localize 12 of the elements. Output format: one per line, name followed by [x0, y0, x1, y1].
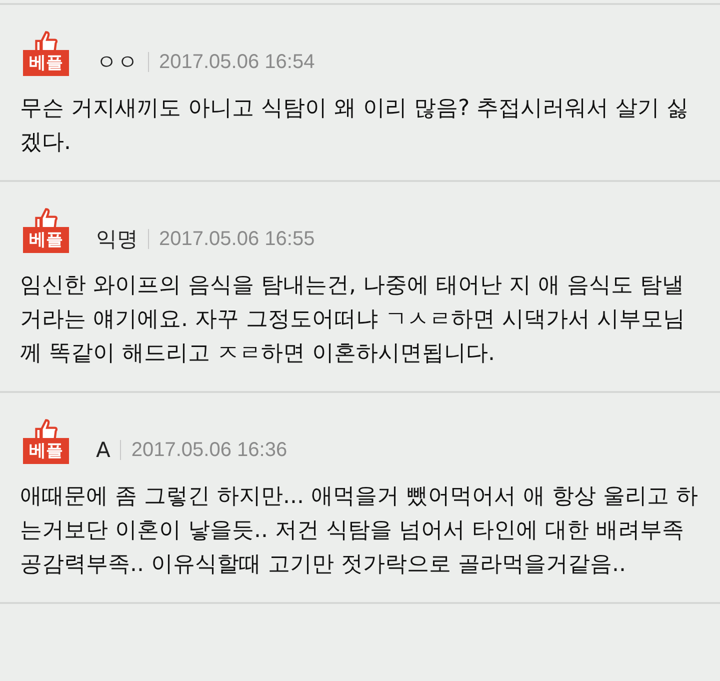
comment-date: 2017.05.06 16:55 [159, 227, 315, 252]
author-name: A [96, 437, 110, 464]
author-name: ㅇㅇ [96, 49, 138, 76]
best-badge: 베플 [23, 227, 69, 253]
best-badge: 베플 [23, 438, 69, 464]
comment-text: 애때문에 좀 그렇긴 하지만... 애먹을거 뺐어먹어서 애 항상 울리고 하는거보단 이혼이 낳을듯.. 저건 식탐을 넘어서 타인에 대한 배려부족 공감력부족.. 이유식할때 고기만 젓가락으로 골라먹을거같음.. [20, 483, 698, 579]
comment-date: 2017.05.06 16:54 [159, 50, 315, 75]
comment-date: 2017.05.06 16:36 [131, 438, 288, 463]
best-badge: 베플 [23, 50, 69, 76]
author-name: 익명 [96, 226, 138, 253]
comment-text: 무슨 거지새끼도 아니고 식탐이 왜 이리 많음? 추접시러워서 살기 싫겠다. [20, 95, 690, 157]
comment-text: 임신한 와이프의 음식을 탐내는건, 나중에 태어난 지 애 음식도 탐낼거라는 얘기에요. 자꾸 그정도어떠냐 ㄱㅅㄹ하면 시댁가서 시부모님께 똑같이 해드리고 ㅈㄹ하면 이혼하시면됩니다. [20, 272, 686, 368]
